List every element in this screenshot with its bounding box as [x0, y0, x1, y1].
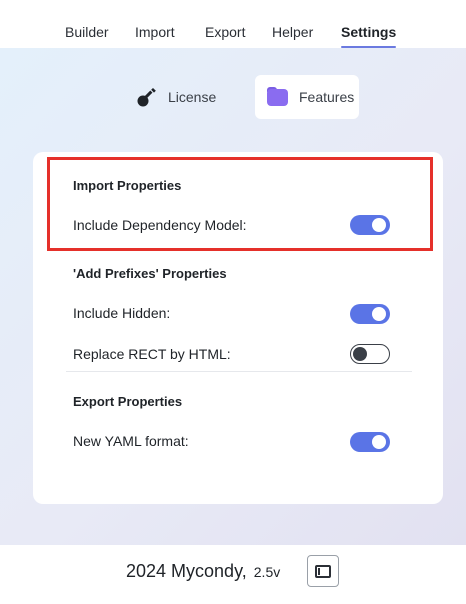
- tab-helper[interactable]: Helper: [272, 24, 313, 40]
- replace-rect-label: Replace RECT by HTML:: [73, 346, 231, 362]
- tab-import[interactable]: Import: [135, 24, 175, 40]
- include-dependency-model-toggle[interactable]: [350, 215, 390, 235]
- tab-builder[interactable]: Builder: [65, 24, 109, 40]
- features-card: Import Properties Include Dependency Mod…: [33, 152, 443, 504]
- settings-panel: License Features Import Properties Inclu…: [0, 48, 466, 545]
- footer-copyright-text: 2024 Mycondy,: [126, 561, 247, 581]
- include-dependency-model-label: Include Dependency Model:: [73, 217, 247, 233]
- footer-copyright: 2024 Mycondy, 2.5v: [126, 561, 280, 582]
- new-yaml-format-toggle[interactable]: [350, 432, 390, 452]
- replace-rect-toggle[interactable]: [350, 344, 390, 364]
- key-icon: [136, 86, 158, 108]
- subtab-features[interactable]: Features: [255, 75, 359, 119]
- top-nav: Builder Import Export Helper Settings: [0, 0, 466, 48]
- tab-settings[interactable]: Settings: [341, 24, 397, 48]
- import-properties-heading: Import Properties: [73, 178, 182, 193]
- footer: 2024 Mycondy, 2.5v: [0, 545, 466, 604]
- export-properties-heading: Export Properties: [73, 394, 183, 409]
- sidebar-toggle-button[interactable]: [307, 555, 339, 587]
- subtab-features-label: Features: [299, 89, 355, 105]
- subtab-license[interactable]: License: [126, 75, 226, 119]
- footer-version: 2.5v: [253, 564, 281, 580]
- tab-export[interactable]: Export: [205, 24, 245, 40]
- folder-icon: [267, 86, 289, 108]
- new-yaml-format-label: New YAML format:: [73, 433, 189, 449]
- add-prefixes-properties-heading: 'Add Prefixes' Properties: [73, 266, 227, 281]
- include-hidden-toggle[interactable]: [350, 304, 390, 324]
- include-hidden-label: Include Hidden:: [73, 305, 171, 321]
- section-divider: [66, 371, 412, 372]
- subtab-license-label: License: [168, 89, 217, 105]
